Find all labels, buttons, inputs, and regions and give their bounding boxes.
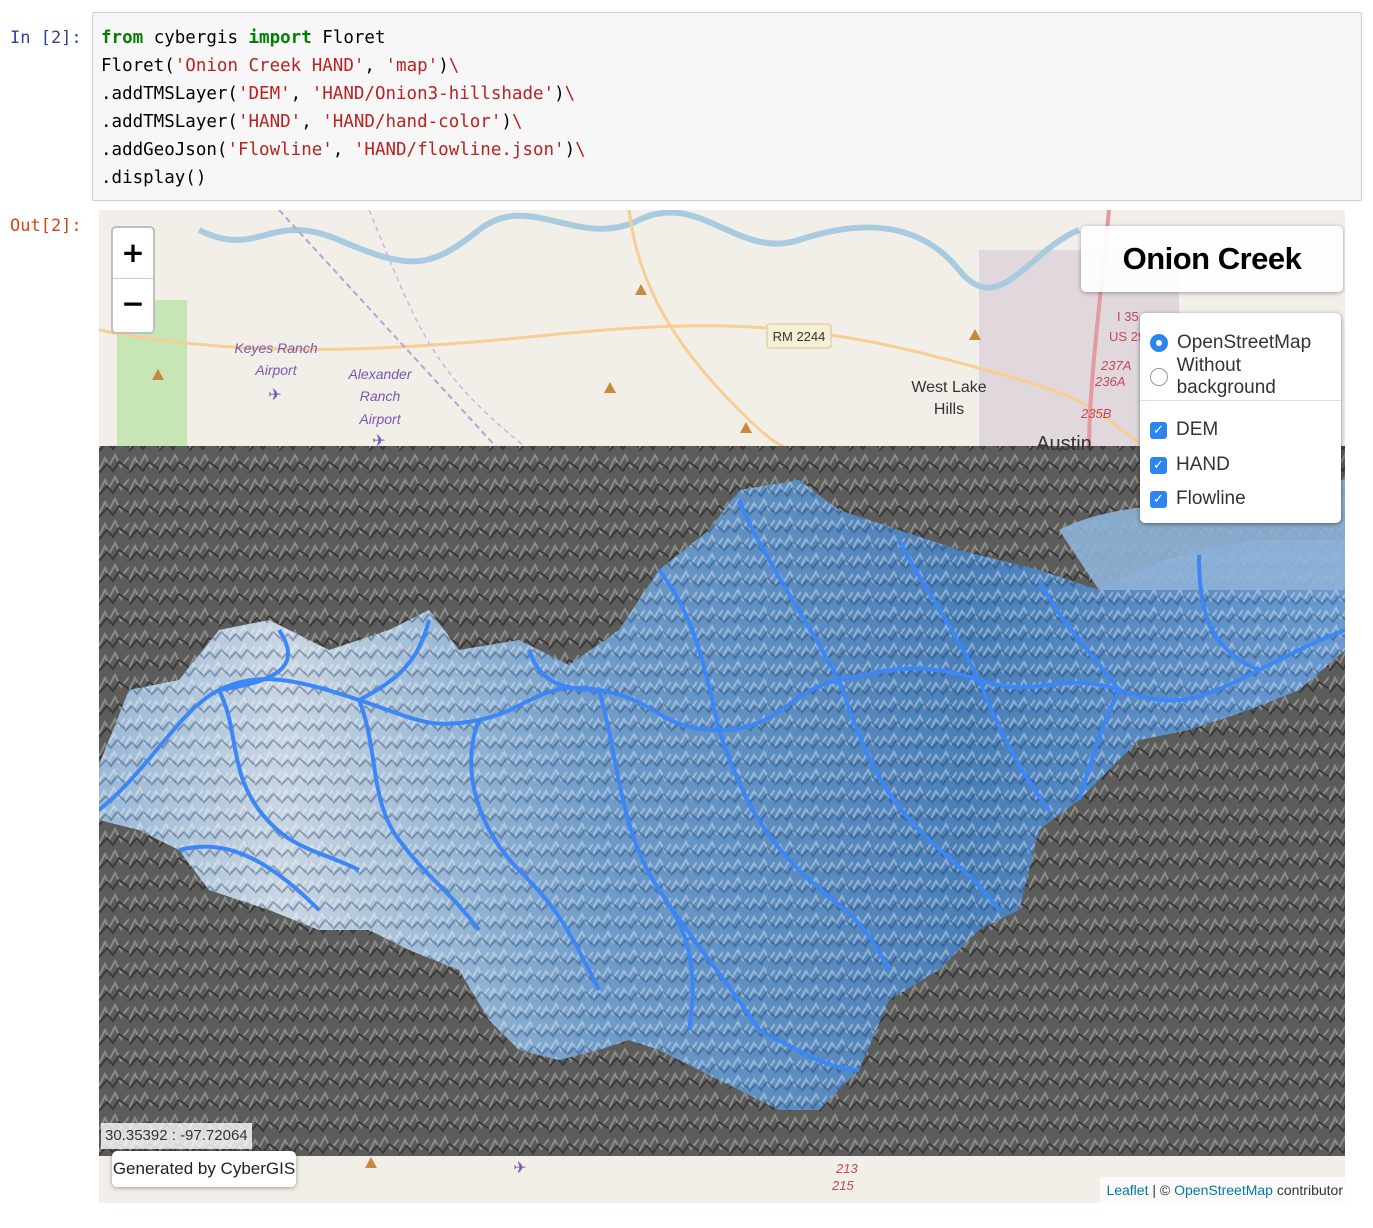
generated-by-credit: Generated by CyberGIS — [112, 1151, 296, 1187]
code-token: 'HAND' — [237, 112, 302, 132]
code-token: 'DEM' — [237, 84, 291, 104]
road-label-213: 213 — [835, 1161, 858, 1176]
checkbox-checked-icon[interactable]: ✓ — [1150, 456, 1167, 474]
code-line: from cybergis import Floret — [101, 24, 1361, 52]
road-label-i35: I 35 — [1117, 309, 1139, 324]
zoom-in-button[interactable]: + — [113, 228, 153, 279]
code-token: \ — [448, 56, 460, 76]
code-token: .addGeoJson( — [101, 140, 228, 160]
overlay-hand[interactable]: ✓ HAND — [1150, 451, 1230, 479]
code-token: .addTMSLayer( — [101, 84, 238, 104]
overlay-label: Flowline — [1176, 488, 1246, 509]
leaflet-link[interactable]: Leaflet — [1106, 1182, 1148, 1198]
place-label-alexander: Alexander — [347, 366, 412, 382]
code-token: \ — [575, 140, 586, 160]
road-label-235b: 235B — [1080, 406, 1112, 421]
attribution-separator: | © — [1148, 1182, 1175, 1198]
airport-icon: ✈ — [513, 1160, 526, 1177]
place-label-west-lake-hills: West Lake — [911, 379, 986, 396]
code-token: import — [248, 28, 312, 48]
code-line: Floret('Onion Creek HAND', 'map')\ — [101, 52, 1361, 80]
code-line: .addGeoJson('Flowline', 'HAND/flowline.j… — [101, 136, 1361, 164]
checkbox-checked-icon[interactable]: ✓ — [1150, 490, 1167, 508]
layer-control: OpenStreetMap Without background ✓ DEM ✓… — [1140, 313, 1341, 523]
zoom-control: + − — [111, 226, 155, 334]
code-line: .display() — [101, 164, 1361, 192]
code-token: .display() — [101, 168, 207, 188]
checkbox-checked-icon[interactable]: ✓ — [1150, 421, 1167, 439]
base-layer-openstreetmap[interactable]: OpenStreetMap — [1150, 329, 1311, 357]
code-token: , — [301, 112, 323, 132]
code-token: 'HAND/hand-color' — [322, 112, 502, 132]
code-token: , — [364, 56, 386, 76]
road-label-rm2244: RM 2244 — [773, 329, 826, 344]
overlay-label: DEM — [1176, 419, 1219, 440]
place-label-alexander-2: Ranch — [360, 388, 401, 404]
radio-selected-icon[interactable] — [1150, 334, 1168, 352]
output-prompt: Out[2]: — [10, 216, 82, 236]
overlay-dem[interactable]: ✓ DEM — [1150, 416, 1218, 444]
code-token: 'Flowline' — [227, 140, 333, 160]
code-token: Floret( — [101, 56, 175, 76]
place-label-austin: Austin — [1036, 433, 1092, 455]
code-line: .addTMSLayer('DEM', 'HAND/Onion3-hillsha… — [101, 80, 1361, 108]
code-token: 'HAND/flowline.json' — [353, 140, 565, 160]
code-token: , — [290, 84, 312, 104]
base-layer-label: OpenStreetMap — [1177, 332, 1312, 353]
airport-icon: ✈ — [268, 387, 281, 404]
code-token: from — [101, 28, 144, 48]
code-token: ) — [564, 140, 576, 160]
code-token: ) — [554, 84, 565, 104]
code-token: 'Onion Creek HAND' — [174, 56, 365, 76]
code-token: ) — [501, 112, 512, 132]
mouse-coordinates: 30.35392 : -97.72064 — [101, 1123, 252, 1149]
overlay-label: HAND — [1176, 454, 1230, 475]
place-label-keyes-ranch-2: Airport — [254, 362, 297, 378]
input-prompt: In [2]: — [10, 28, 82, 48]
map-title: Onion Creek HAND — [1081, 226, 1343, 342]
leaflet-map[interactable]: Keyes Ranch Airport Alexander Ranch Airp… — [99, 210, 1345, 1203]
zoom-out-button[interactable]: − — [113, 279, 153, 330]
code-line: .addTMSLayer('HAND', 'HAND/hand-color')\ — [101, 108, 1361, 136]
road-label-215: 215 — [831, 1178, 854, 1193]
code-token: ) — [438, 56, 449, 76]
place-label-west-lake-hills-2: Hills — [934, 401, 964, 418]
map-attribution: Leaflet | © OpenStreetMap contributor — [1100, 1177, 1345, 1203]
place-label-alexander-3: Airport — [358, 411, 401, 427]
code-token: cybergis — [143, 28, 249, 48]
openstreetmap-link[interactable]: OpenStreetMap — [1174, 1182, 1273, 1198]
code-token: \ — [564, 84, 576, 104]
code-token: Floret — [311, 28, 386, 48]
overlay-flowline[interactable]: ✓ Flowline — [1150, 485, 1246, 513]
airport-icon: ✈ — [372, 433, 385, 450]
code-cell[interactable]: from cybergis import Floret Floret('Onion… — [92, 12, 1362, 201]
road-label-237a: 237A — [1100, 358, 1131, 373]
radio-unselected-icon[interactable] — [1150, 368, 1168, 386]
layer-control-divider — [1140, 400, 1341, 401]
code-token: 'HAND/Onion3-hillshade' — [311, 84, 555, 104]
base-layer-without-background[interactable]: Without background — [1150, 355, 1341, 398]
code-token: 'map' — [385, 56, 439, 76]
code-token: \ — [511, 112, 523, 132]
road-label-236a: 236A — [1094, 374, 1125, 389]
base-layer-label: Without background — [1176, 355, 1276, 398]
code-token: .addTMSLayer( — [101, 112, 238, 132]
place-label-keyes-ranch: Keyes Ranch — [234, 340, 317, 356]
attribution-suffix: contributor — [1272, 1182, 1343, 1198]
code-token: , — [332, 140, 354, 160]
